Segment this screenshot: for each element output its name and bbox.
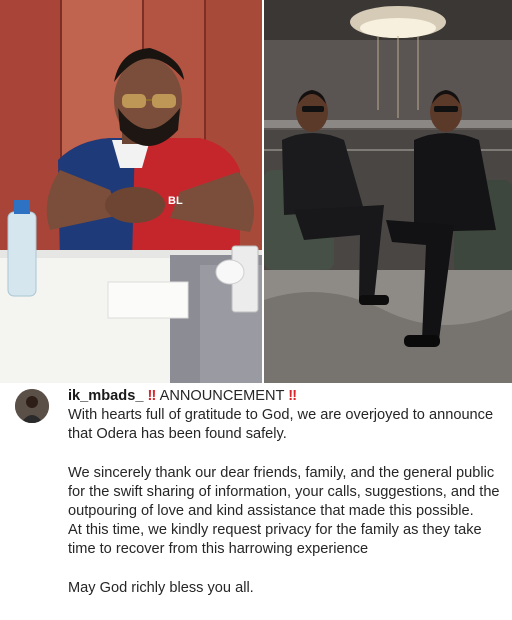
double-exclamation-icon: ‼ [288,388,298,404]
post-caption-section: ik_mbads_ ‼ ANNOUNCEMENT ‼ With hearts f… [0,383,512,620]
caption-header: ik_mbads_ ‼ ANNOUNCEMENT ‼ [68,387,504,406]
post-caption: ik_mbads_ ‼ ANNOUNCEMENT ‼ With hearts f… [68,387,504,598]
photo-collage: BL [0,0,512,383]
left-photo[interactable]: BL [0,0,262,383]
avatar-image [15,389,49,423]
man-at-table-illustration: BL [0,0,262,383]
caption-paragraph-1: With hearts full of gratitude to God, we… [68,407,494,443]
caption-paragraph-4: May God richly bless you all. [68,579,254,596]
caption-paragraph-3: At this time, we kindly request privacy … [68,522,482,558]
avatar[interactable] [15,389,49,423]
shirt-text: BL [168,195,183,207]
announcement-heading: ANNOUNCEMENT [159,388,285,404]
username-link[interactable]: ik_mbads_ [68,388,143,404]
right-photo[interactable] [264,0,512,383]
two-men-in-lounge-illustration [264,0,512,383]
caption-paragraph-2: We sincerely thank our dear friends, fam… [68,464,500,520]
double-exclamation-icon: ‼ [147,388,157,404]
